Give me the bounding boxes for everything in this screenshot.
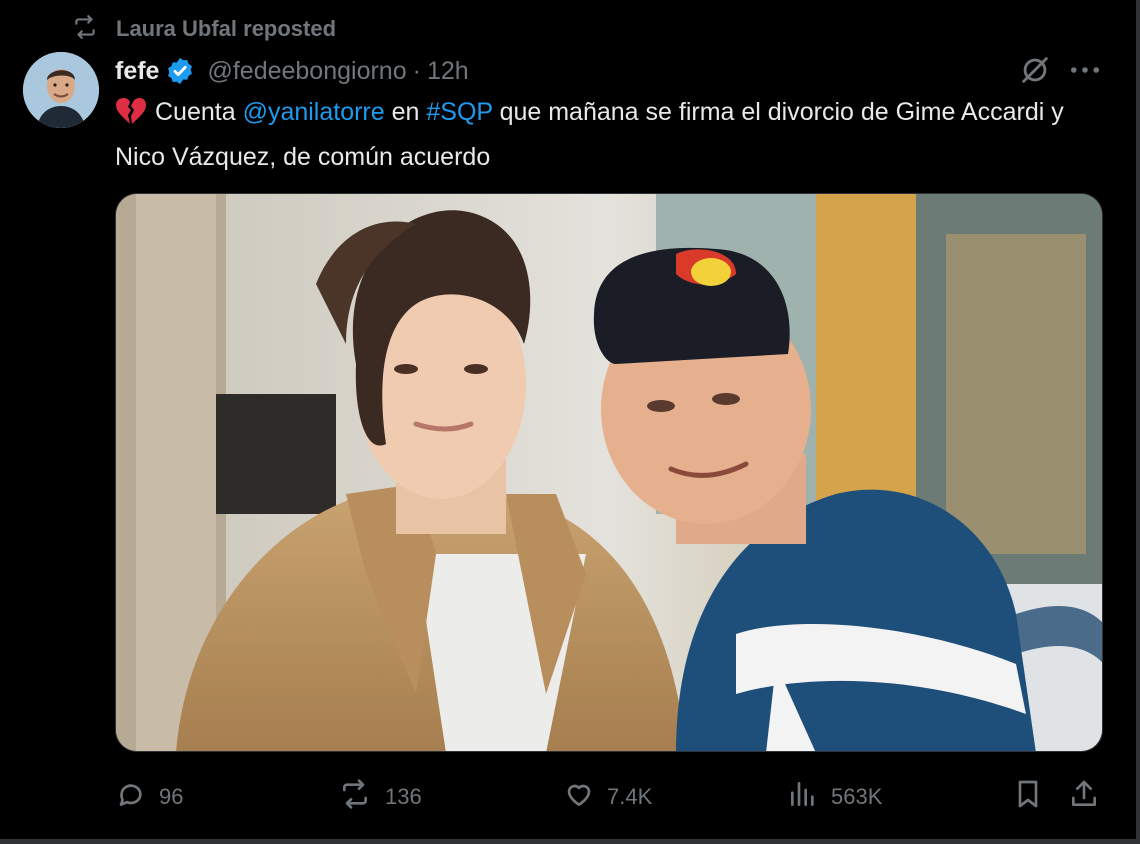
heart-icon (563, 778, 595, 816)
reply-icon (115, 778, 147, 816)
author-handle[interactable]: @fedeebongiorno (207, 57, 406, 86)
grok-icon[interactable] (1018, 53, 1052, 92)
tweet-text-part-2: en (384, 98, 427, 126)
more-options-icon[interactable] (1068, 56, 1102, 89)
repost-label: Laura Ubfal reposted (116, 16, 337, 41)
tweet-text: Cuenta @yanilatorre en #SQP que mañana s… (115, 92, 1105, 177)
repost-context[interactable]: Laura Ubfal reposted (70, 14, 336, 44)
like-count: 7.4K (607, 784, 653, 809)
reply-count: 96 (159, 784, 184, 809)
views-icon (787, 778, 819, 816)
author-avatar[interactable] (23, 52, 99, 128)
bookmark-icon (1012, 778, 1044, 816)
share-button[interactable] (1068, 775, 1100, 819)
repost-icon (337, 778, 373, 816)
tweet-photo[interactable] (115, 193, 1103, 752)
tweet-text-part-1: Cuenta (155, 98, 243, 126)
window-border-right (1136, 0, 1140, 844)
header-separator: · (412, 56, 421, 85)
views-count: 563K (831, 784, 883, 809)
bookmark-button[interactable] (1012, 775, 1044, 819)
broken-heart-icon (115, 97, 147, 137)
like-button[interactable]: 7.4K (563, 775, 652, 819)
mention-link[interactable]: @yanilatorre (243, 98, 385, 126)
views-button[interactable]: 563K (787, 775, 882, 819)
share-icon (1068, 778, 1100, 816)
tweet-timestamp[interactable]: 12h (427, 57, 469, 86)
tweet-header: fefe @fedeebongiorno · 12h (115, 52, 469, 90)
repost-button[interactable]: 136 (337, 775, 422, 819)
hashtag-link[interactable]: #SQP (426, 98, 492, 126)
repost-icon (70, 14, 100, 45)
author-name[interactable]: fefe (115, 57, 159, 86)
tweet-actions: 96 136 7.4K 563K (115, 775, 1105, 819)
window-border-bottom (0, 839, 1140, 844)
repost-count: 136 (385, 784, 422, 809)
reply-button[interactable]: 96 (115, 775, 183, 819)
verified-badge-icon[interactable] (165, 56, 195, 86)
